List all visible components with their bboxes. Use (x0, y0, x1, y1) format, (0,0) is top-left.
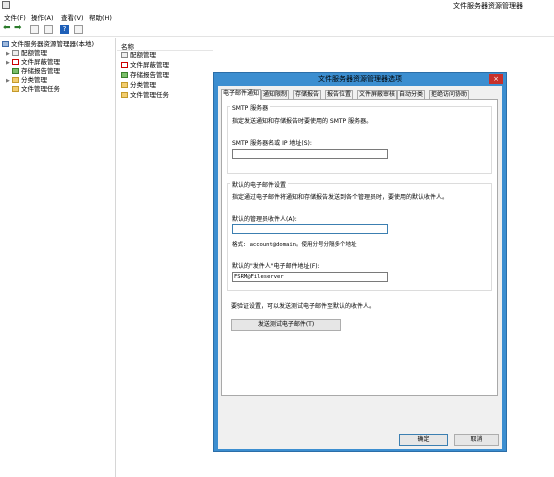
folder-icon (12, 86, 19, 92)
ok-button[interactable]: 确定 (399, 434, 448, 446)
default-email-group: 默认的电子邮件设置 指定通过电子邮件将通知和存储报告发送到各个管理员时，要使用的… (227, 180, 492, 291)
smtp-server-label: SMTP 服务器名或 IP 地址(S): (232, 140, 312, 147)
tab-strip: 电子邮件通知 通知限制 存储报告 报告位置 文件屏蔽审核 自动分类 拒绝访问协助 (221, 89, 501, 100)
tab-file-screen-audit[interactable]: 文件屏蔽审核 (357, 90, 398, 99)
properties-icon[interactable] (74, 25, 83, 34)
menu-action[interactable]: 操作(A) (31, 12, 54, 22)
tree-item-file-screen[interactable]: ▶ 文件屏蔽管理 (6, 58, 60, 67)
tree-root[interactable]: 文件服务器资源管理器(本地) (2, 40, 94, 49)
back-arrow-icon[interactable]: ⬅ (3, 24, 12, 33)
tab-notification-limits[interactable]: 通知限制 (261, 90, 290, 99)
folder-icon (121, 92, 128, 98)
toolbar: ⬅ ➡ ? (0, 22, 554, 37)
options-dialog: 文件服务器资源管理器选项 × 电子邮件通知 通知限制 存储报告 报告位置 文件屏… (213, 72, 507, 452)
list-item[interactable]: 文件管理任务 (121, 91, 169, 100)
smtp-server-input[interactable] (232, 149, 388, 159)
list-item[interactable]: 配额管理 (121, 51, 156, 60)
file-screen-icon (12, 59, 19, 65)
tab-storage-reports[interactable]: 存储报告 (293, 90, 322, 99)
tab-email-notification[interactable]: 电子邮件通知 (221, 89, 262, 100)
sender-address-input[interactable]: FSRM@Fileserver (232, 272, 388, 282)
email-tab-page: SMTP 服务器 指定发送通知和存储报告时要使用的 SMTP 服务器。 SMTP… (221, 99, 498, 396)
export-list-icon[interactable] (44, 25, 53, 34)
menu-view[interactable]: 查看(V) (61, 12, 84, 22)
tree-item-classification[interactable]: ▶ 分类管理 (6, 76, 47, 85)
server-icon (2, 41, 9, 47)
cancel-button[interactable]: 取消 (454, 434, 499, 446)
close-icon[interactable]: × (489, 74, 503, 84)
quota-icon (12, 50, 19, 56)
list-item[interactable]: 存储报告管理 (121, 71, 169, 80)
test-email-note: 要验证设置，可以发送测试电子邮件至默认的收件人。 (231, 303, 376, 310)
console-tree: 文件服务器资源管理器(本地) ▶ 配额管理 ▶ 文件屏蔽管理 存储报告管理 ▶ 分类管… (0, 38, 116, 477)
smtp-description: 指定发送通知和存储报告时要使用的 SMTP 服务器。 (232, 118, 373, 125)
menu-file[interactable]: 文件(F) (4, 12, 26, 22)
quota-icon (121, 52, 128, 58)
window-titlebar: 文件服务器资源管理器 (0, 0, 554, 11)
list-item[interactable]: 文件屏蔽管理 (121, 61, 169, 70)
tab-auto-classification[interactable]: 自动分类 (397, 90, 426, 99)
file-screen-icon (121, 62, 128, 68)
tab-access-denied-assistance[interactable]: 拒绝访问协助 (429, 90, 470, 99)
folder-icon (12, 77, 19, 83)
smtp-group: SMTP 服务器 指定发送通知和存储报告时要使用的 SMTP 服务器。 SMTP… (227, 103, 492, 174)
forward-arrow-icon[interactable]: ➡ (14, 24, 23, 33)
help-icon[interactable]: ? (60, 25, 69, 34)
report-icon (121, 72, 128, 78)
tab-report-locations[interactable]: 报告位置 (325, 90, 354, 99)
folder-icon (121, 82, 128, 88)
tree-item-quota[interactable]: ▶ 配额管理 (6, 49, 47, 58)
smtp-group-title: SMTP 服务器 (230, 103, 271, 112)
window-title: 文件服务器资源管理器 (453, 2, 523, 10)
dialog-title: 文件服务器资源管理器选项 (318, 75, 402, 83)
console-tree-icon[interactable] (30, 25, 39, 34)
default-email-group-title: 默认的电子邮件设置 (230, 180, 289, 189)
send-test-email-button[interactable]: 发送测试电子邮件(T) (231, 319, 341, 331)
menu-bar: 文件(F) 操作(A) 查看(V) 帮助(H) (0, 11, 554, 22)
admin-recipients-label: 默认的管理员收件人(A): (232, 216, 297, 223)
tree-item-storage-report[interactable]: 存储报告管理 (6, 67, 60, 76)
report-icon (12, 68, 19, 74)
address-format-hint: 格式: account@domain。使用分号分隔多个地址 (232, 242, 357, 248)
tree-item-file-tasks[interactable]: 文件管理任务 (6, 85, 60, 94)
default-email-description: 指定通过电子邮件将通知和存储报告发送到各个管理员时，要使用的默认收件人。 (232, 194, 449, 201)
admin-recipients-input[interactable] (232, 224, 388, 234)
app-icon (2, 1, 10, 9)
dialog-body: 电子邮件通知 通知限制 存储报告 报告位置 文件屏蔽审核 自动分类 拒绝访问协助… (218, 86, 502, 449)
list-item[interactable]: 分类管理 (121, 81, 156, 90)
menu-help[interactable]: 帮助(H) (89, 12, 112, 22)
sender-address-label: 默认的"发件人"电子邮件地址(F): (232, 263, 320, 270)
